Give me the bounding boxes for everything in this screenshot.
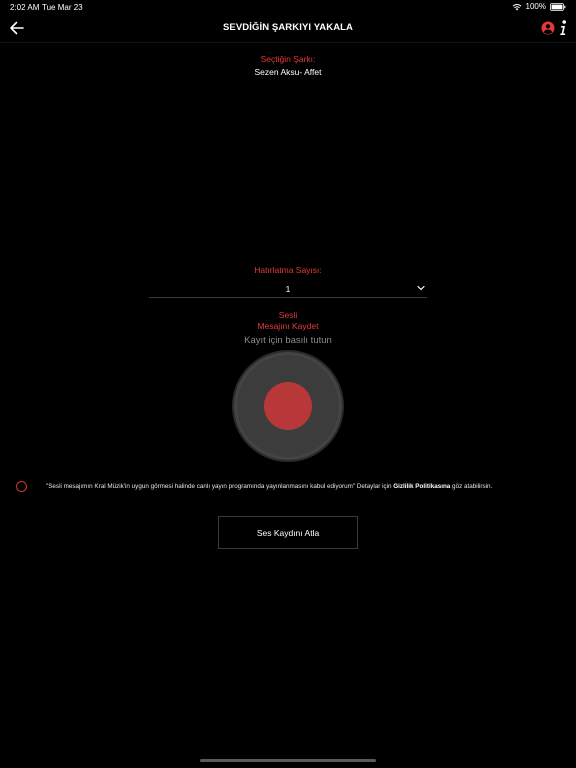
page-title: SEVDİĞİN ŞARKIYI YAKALA [222, 22, 354, 33]
home-indicator [200, 759, 376, 762]
battery-percent: 100% [525, 2, 546, 11]
record-hint: Kayıt için basılı tutun [244, 335, 332, 346]
consent-text: "Sesli mesajımın Kral Müzik'in uygun gör… [46, 483, 492, 490]
skip-recording-button[interactable]: Ses Kaydını Atla [218, 516, 358, 549]
battery-icon [550, 2, 566, 11]
status-bar: 2:02 AM Tue Mar 23 100% [0, 0, 576, 14]
reminder-count-value: 1 [285, 284, 291, 294]
wifi-icon [512, 3, 521, 10]
consent-checkbox[interactable] [16, 481, 27, 492]
nav-bar: SEVDİĞİN ŞARKIYI YAKALA [0, 14, 576, 43]
selected-song-name: Sezen Aksu- Affet [254, 67, 322, 77]
reminder-count-label: Hatırlatma Sayısı: [254, 265, 322, 275]
chevron-down-icon [417, 285, 425, 291]
consent-text-body: "Sesli mesajımın Kral Müzik'in uygun gör… [46, 483, 394, 490]
info-icon[interactable] [558, 19, 568, 37]
screen: 2:02 AM Tue Mar 23 100% SEVDİĞİN ŞARKIYI… [0, 0, 576, 768]
record-button[interactable] [232, 350, 344, 462]
privacy-policy-link[interactable]: Gizlilik Politikasına [393, 483, 450, 490]
record-title-line1: Sesli [278, 310, 298, 320]
selected-song-label: Seçtiğin Şarkı: [260, 54, 316, 64]
status-date: Tue Mar 23 [42, 3, 83, 12]
consent-text-suffix: göz atabilirsin. [450, 483, 493, 490]
status-time: 2:02 AM [10, 3, 40, 12]
user-profile-icon[interactable] [541, 21, 555, 35]
reminder-count-select[interactable]: 1 [149, 281, 427, 298]
record-title-line2: Mesajını Kaydet [257, 321, 319, 331]
status-right: 100% [512, 2, 566, 11]
consent-row: "Sesli mesajımın Kral Müzik'in uygun gör… [16, 480, 566, 494]
record-dot-icon [264, 382, 312, 430]
